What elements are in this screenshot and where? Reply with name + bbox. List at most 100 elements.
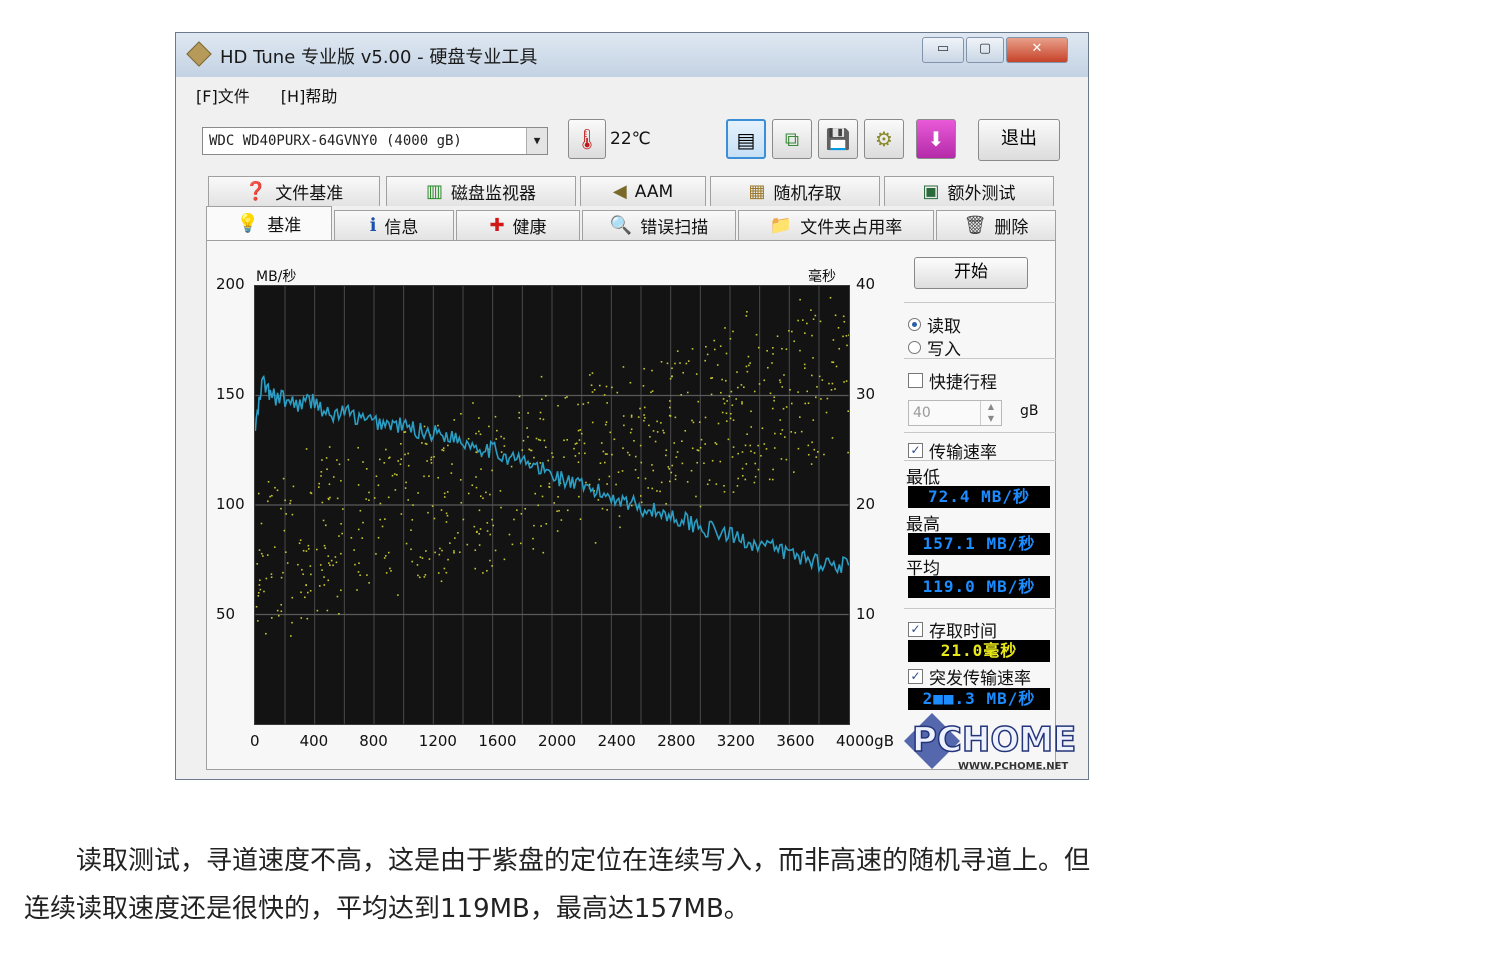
title-bar[interactable]: HD Tune 专业版 v5.00 - 硬盘专业工具 ▭ ▢ ✕ [176,33,1088,77]
access-time-point [302,573,304,576]
access-time-point [475,486,478,489]
tab-aam[interactable]: ◀ AAM [580,176,706,206]
access-time-point [431,505,434,507]
tab-file-benchmark[interactable]: ❓ 文件基准 [208,176,380,206]
access-time-point [605,385,608,388]
thermometer-icon[interactable]: 🌡 [568,119,606,159]
write-label: 写入 [927,340,961,360]
benchmark-chart [254,285,850,725]
access-time-point [280,576,283,579]
access-time-point [446,514,449,517]
access-time-point [643,414,645,416]
access-time-point [384,518,386,520]
tab-disk-monitor[interactable]: ▥ 磁盘监视器 [386,176,576,206]
access-time-point [788,329,790,332]
access-time-point [697,400,700,403]
access-time-point [698,421,701,423]
start-button[interactable]: 开始 [914,257,1028,289]
y2-tick-label: 30 [856,385,876,403]
access-time-point [548,486,551,488]
access-time-checkbox[interactable]: ✓ 存取时间 [908,617,997,642]
tab-folder-usage[interactable]: 📁 文件夹占用率 [738,210,934,240]
access-time-point [405,542,408,545]
chevron-down-icon[interactable]: ▼ [526,128,547,154]
tab-label: 磁盘监视器 [451,184,536,204]
access-time-point [773,399,775,402]
access-time-point [442,447,445,449]
access-time-point [318,482,320,485]
access-time-point [651,390,654,392]
access-time-point [781,386,784,388]
spin-arrows-icon[interactable]: ▲ ▼ [980,401,1001,425]
access-time-point [564,397,567,399]
save-icon[interactable]: 💾 [818,119,858,159]
write-radio[interactable]: 写入 [908,335,961,360]
caption-line-2: 连续读取速度还是很快的，平均达到119MB，最高达157MB。 [24,894,750,924]
tab-benchmark[interactable]: 💡 基准 [206,206,332,240]
access-time-point [810,463,813,465]
access-time-point [671,367,673,370]
maximize-button[interactable]: ▢ [966,37,1004,63]
menu-file[interactable]: [F]文件 [196,87,250,106]
tab-error-scan[interactable]: 🔍 错误扫描 [582,210,736,240]
access-time-point [460,412,462,415]
access-time-point [603,461,606,464]
exit-button[interactable]: 退出 [978,119,1060,161]
access-time-point [593,389,596,391]
y2-tick-label: 40 [856,275,876,293]
access-time-point [744,478,747,481]
access-time-point [500,506,502,509]
access-time-point [518,417,521,419]
download-icon[interactable]: ⬇ [916,119,956,159]
read-radio[interactable]: 读取 [908,312,961,337]
access-time-point [642,385,645,387]
access-time-point [749,444,752,447]
access-time-point [527,412,529,414]
access-time-point [691,419,693,422]
access-time-point [847,410,849,413]
drive-select-value: WDC WD40PURX-64GVNY0 (4000 gB) [209,133,462,149]
tab-label: 错误扫描 [640,218,709,238]
short-stroke-checkbox[interactable]: 快捷行程 [908,368,997,393]
access-time-point [715,443,718,445]
tab-erase[interactable]: 🗑 删除 [936,210,1056,240]
options-icon[interactable]: ⚙ [864,119,904,159]
minimize-button[interactable]: ▭ [922,37,964,63]
access-time-point [599,462,602,464]
copy-icon[interactable]: ⧉ [772,119,812,159]
logo-text: PCHOME [912,720,1076,760]
access-time-point [651,464,653,466]
tab-info[interactable]: ℹ 信息 [334,210,454,240]
radio-dot [908,318,921,331]
access-time-point [417,492,419,494]
drive-select[interactable]: WDC WD40PURX-64GVNY0 (4000 gB) ▼ [202,127,548,155]
access-time-point [290,635,292,637]
close-button[interactable]: ✕ [1006,37,1068,63]
y-tick-label: 50 [216,605,236,623]
access-time-point [263,590,265,593]
access-time-point [411,560,414,563]
tab-random-access[interactable]: ▦ 随机存取 [710,176,880,206]
short-stroke-input[interactable]: 40 ▲ ▼ [908,400,1002,426]
access-time-point [529,449,532,452]
tab-extra-tests[interactable]: ▣ 额外测试 [884,176,1054,206]
checkbox-box: ✓ [908,669,923,684]
burst-rate-checkbox[interactable]: ✓ 突发传输速率 [908,664,1031,689]
menu-help[interactable]: [H]帮助 [281,87,338,106]
access-time-point [725,412,728,415]
access-time-point [741,467,744,470]
access-time-point [539,411,542,414]
benchmark-icon[interactable]: ▤ [726,119,766,159]
access-time-point [539,439,542,442]
access-time-point [276,609,279,612]
access-time-point [597,499,600,501]
access-time-point [430,458,432,461]
access-time-point [816,386,818,388]
access-time-label: 存取时间 [929,622,997,642]
access-time-point [291,596,294,599]
tab-health[interactable]: ✚ 健康 [456,210,580,240]
access-time-point [258,549,261,551]
access-time-point [662,429,664,432]
access-time-point [495,438,498,440]
access-time-point [328,498,330,501]
